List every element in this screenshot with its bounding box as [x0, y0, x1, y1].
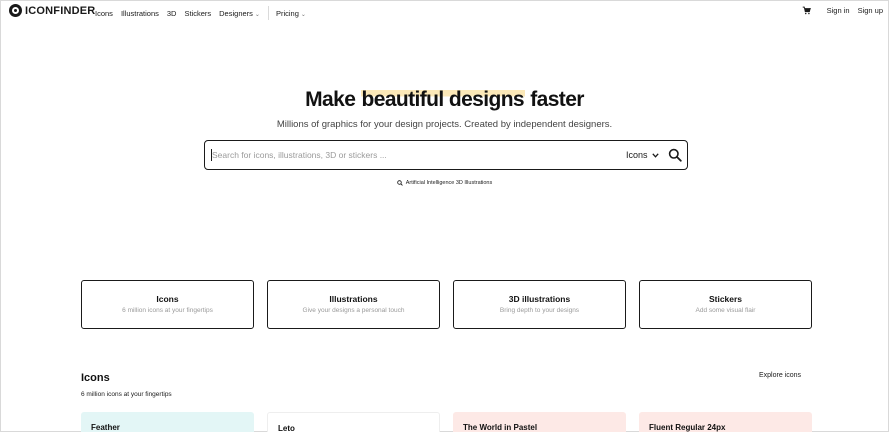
chevron-down-icon — [651, 152, 659, 158]
nav-pricing[interactable]: Pricing ⌄ — [276, 9, 306, 18]
card-subtitle: Bring depth to your designs — [499, 307, 580, 314]
logo[interactable]: ICONFINDER — [9, 4, 95, 17]
nav-designers[interactable]: Designers ⌄ — [219, 9, 260, 18]
nav-designers-label: Designers — [219, 8, 253, 18]
icon-set-card[interactable]: Fluent Regular 24px — [639, 412, 812, 432]
chevron-down-icon: ⌄ — [254, 11, 260, 18]
main-nav: Icons Illustrations 3D Stickers Designer… — [95, 6, 314, 20]
nav-3d[interactable]: 3D — [167, 9, 177, 18]
hero-title: Make beautiful designs faster — [0, 88, 889, 112]
sign-up-link[interactable]: Sign up — [858, 6, 883, 15]
logo-text: ICONFINDER — [25, 4, 96, 17]
cart-icon[interactable] — [802, 6, 811, 15]
top-navbar: ICONFINDER Icons Illustrations 3D Sticke… — [0, 0, 889, 22]
card-title: Stickers — [708, 294, 743, 304]
page-frame — [0, 0, 889, 432]
search-icon[interactable] — [668, 148, 682, 162]
suggestion-label: Artificial Intelligence 3D Illustrations — [405, 180, 493, 186]
icon-set-title: Feather — [91, 423, 120, 432]
category-card-stickers[interactable]: Stickers Add some visual flair — [639, 280, 812, 329]
hero-title-highlight: beautiful designs — [360, 88, 526, 111]
card-subtitle: Add some visual flair — [695, 307, 756, 314]
card-title: Illustrations — [329, 294, 378, 304]
header-actions: Sign in Sign up — [802, 6, 883, 15]
nav-stickers[interactable]: Stickers — [184, 9, 211, 18]
hero-subtitle: Millions of graphics for your design pro… — [276, 119, 613, 130]
category-card-illustrations[interactable]: Illustrations Give your designs a person… — [267, 280, 440, 329]
category-card-icons[interactable]: Icons 6 million icons at your fingertips — [81, 280, 254, 329]
icon-set-card[interactable]: Leto — [267, 412, 440, 432]
icon-set-title: Leto — [278, 424, 295, 432]
search-type-select[interactable]: Icons — [626, 150, 659, 160]
suggestion-chip[interactable]: Artificial Intelligence 3D Illustrations — [396, 180, 493, 186]
nav-illustrations[interactable]: Illustrations — [121, 9, 159, 18]
search-bar: Icons — [204, 140, 688, 170]
icon-set-card[interactable]: The World in Pastel — [453, 412, 626, 432]
category-card-3d[interactable]: 3D illustrations Bring depth to your des… — [453, 280, 626, 329]
hero-title-end: faster — [525, 88, 584, 111]
card-title: Icons — [156, 294, 179, 304]
icon-set-title: The World in Pastel — [463, 423, 538, 432]
chevron-down-icon: ⌄ — [300, 11, 306, 18]
search-input[interactable] — [212, 147, 612, 163]
hero-title-start: Make — [305, 88, 361, 111]
search-suggestions: Artificial Intelligence 3D Illustrations — [0, 180, 889, 186]
explore-icons-link[interactable]: Explore icons — [759, 372, 801, 379]
nav-icons[interactable]: Icons — [95, 9, 113, 18]
section-subtitle: 6 million icons at your fingertips — [81, 391, 172, 398]
search-icon — [396, 180, 403, 186]
card-subtitle: 6 million icons at your fingertips — [122, 307, 213, 314]
nav-pricing-label: Pricing — [275, 8, 299, 18]
section-title: Icons — [81, 372, 110, 384]
search-type-label: Icons — [626, 150, 648, 160]
icon-set-card[interactable]: Feather — [81, 412, 254, 432]
icon-set-title: Fluent Regular 24px — [649, 423, 726, 432]
nav-divider — [267, 6, 269, 20]
card-subtitle: Give your designs a personal touch — [302, 307, 405, 314]
card-title: 3D illustrations — [508, 294, 571, 304]
sign-in-link[interactable]: Sign in — [827, 6, 850, 15]
logo-icon — [9, 4, 22, 17]
